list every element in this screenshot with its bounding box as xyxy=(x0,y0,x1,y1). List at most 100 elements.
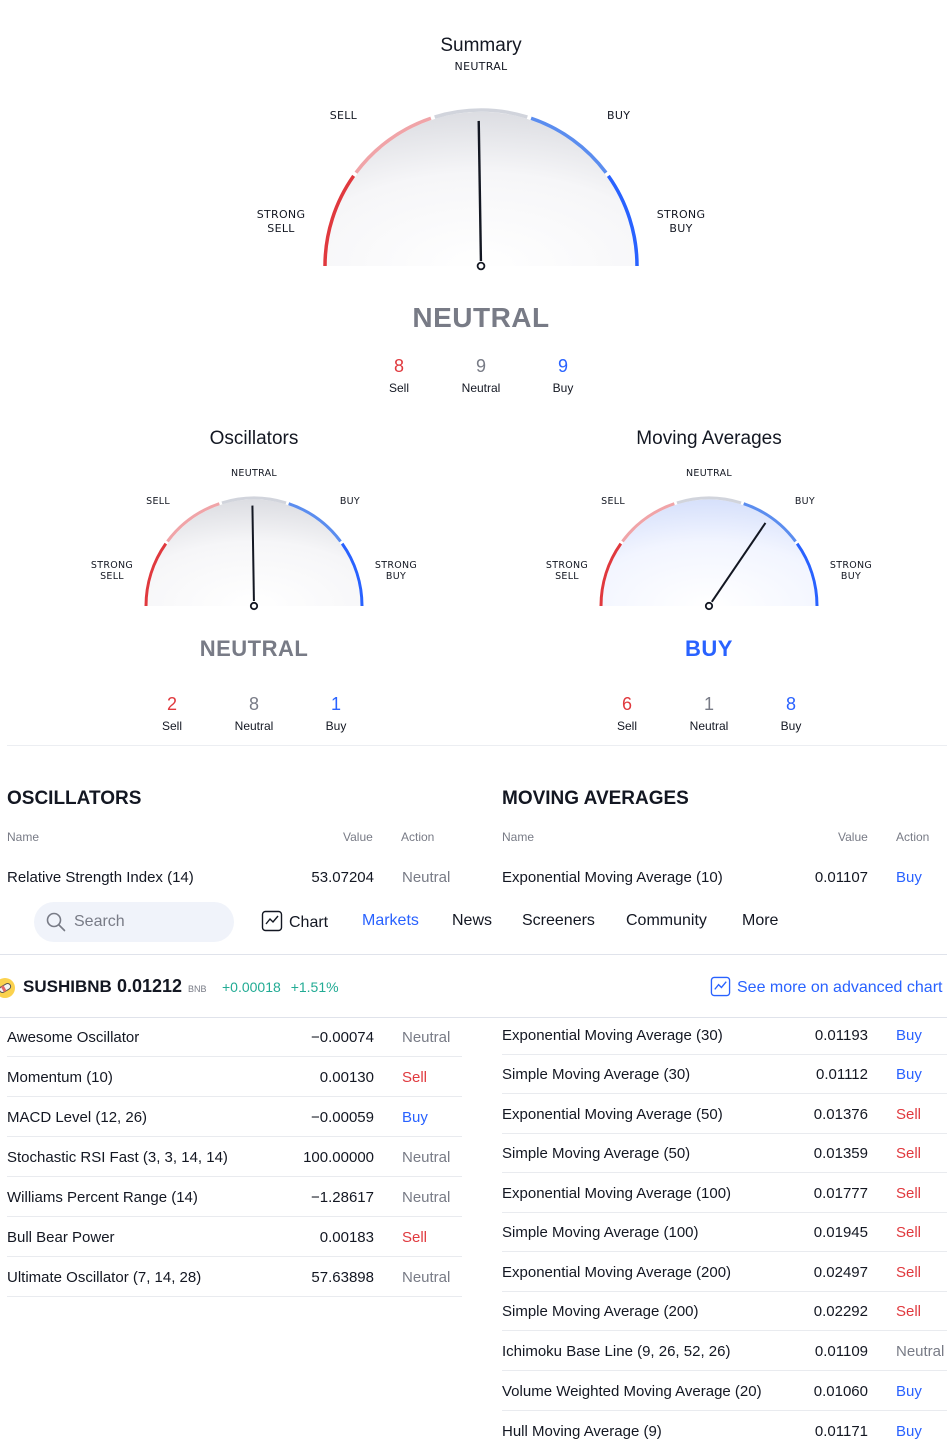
column-header-name: Name xyxy=(7,830,40,844)
gauge-label-buy: BUY xyxy=(340,496,360,507)
indicator-value: 0.01376 xyxy=(813,1106,868,1123)
indicator-action: Neutral xyxy=(402,1189,451,1206)
indicator-name[interactable]: Simple Moving Average (30) xyxy=(502,1066,690,1083)
indicator-action: Sell xyxy=(402,1229,428,1246)
oscillators-buy-count: 1 Buy xyxy=(301,694,371,733)
ma-sell-count: 6 Sell xyxy=(592,694,662,733)
indicator-value: 0.01171 xyxy=(814,1423,868,1440)
indicator-name[interactable]: Volume Weighted Moving Average (20) xyxy=(502,1383,762,1400)
search-input[interactable]: Search xyxy=(34,902,234,942)
table-row: Simple Moving Average (30) 0.01112 Buy xyxy=(502,1054,947,1094)
ticker-symbol[interactable]: SUSHIBNB xyxy=(23,977,112,997)
indicator-action: Sell xyxy=(402,1069,428,1086)
indicator-name[interactable]: Awesome Oscillator xyxy=(7,1029,139,1046)
indicator-name[interactable]: Simple Moving Average (200) xyxy=(502,1303,699,1320)
gauge-face xyxy=(602,499,816,606)
table-row: Awesome Oscillator −0.00074 Neutral xyxy=(7,1017,462,1057)
indicator-name[interactable]: Ultimate Oscillator (7, 14, 28) xyxy=(7,1269,201,1286)
gauge-label-strong-buy-line1: STRONG xyxy=(830,560,872,571)
ticker-price: 0.01212 xyxy=(117,976,183,996)
column-header-action: Action xyxy=(896,830,930,844)
column-header-name: Name xyxy=(502,830,535,844)
table-row: Bull Bear Power 0.00183 Sell xyxy=(7,1217,462,1257)
indicator-name[interactable]: Relative Strength Index (14) xyxy=(7,869,194,886)
indicator-value: 0.01359 xyxy=(813,1145,868,1162)
moving-averages-table-title: MOVING AVERAGES xyxy=(502,788,689,809)
indicator-action: Buy xyxy=(896,1027,922,1044)
indicator-value: 57.63898 xyxy=(311,1269,374,1286)
gauge-label-strong-buy-line2: BUY xyxy=(841,571,861,582)
indicator-action: Neutral xyxy=(402,1149,451,1166)
indicator-value: 0.01060 xyxy=(813,1383,868,1400)
table-row: Hull Moving Average (9) 0.01171 Buy xyxy=(502,1411,947,1443)
nav-screeners[interactable]: Screeners xyxy=(522,912,595,930)
indicator-action: Sell xyxy=(896,1145,922,1162)
indicator-name[interactable]: Ichimoku Base Line (9, 26, 52, 26) xyxy=(502,1343,730,1360)
indicator-value: 53.07204 xyxy=(311,869,374,886)
nav-chart-label: Chart xyxy=(289,914,329,931)
indicator-name[interactable]: Momentum (10) xyxy=(7,1069,113,1086)
indicator-name[interactable]: Simple Moving Average (100) xyxy=(502,1224,699,1241)
table-row: Exponential Moving Average (30) 0.01193 Bu… xyxy=(502,1015,947,1055)
oscillators-neutral-count: 8 Neutral xyxy=(219,694,289,733)
gauge-label-strong-buy-line1: STRONG xyxy=(375,560,417,571)
indicator-name[interactable]: Exponential Moving Average (200) xyxy=(502,1264,731,1281)
nav-more[interactable]: More xyxy=(742,912,778,930)
gauge-label-strong-buy-line2: BUY xyxy=(386,571,406,582)
indicator-action: Sell xyxy=(896,1264,922,1281)
indicator-action: Buy xyxy=(896,1423,922,1440)
chart-icon xyxy=(261,910,283,932)
indicator-action: Sell xyxy=(896,1185,922,1202)
indicator-name[interactable]: Simple Moving Average (50) xyxy=(502,1145,690,1162)
count-number: 8 xyxy=(785,694,796,714)
gauge-label-strong-sell-line1: STRONG xyxy=(91,560,133,571)
indicator-action: Neutral xyxy=(402,1269,451,1286)
indicator-value: −1.28617 xyxy=(311,1189,374,1206)
moving-averages-gauge-dial: NEUTRALSELL BUYSTRONGSELLSTRONGBUY xyxy=(546,468,872,611)
indicator-action: Buy xyxy=(402,1109,428,1126)
count-label: Buy xyxy=(325,719,347,733)
indicator-action: Sell xyxy=(896,1303,922,1320)
indicator-value: 0.02497 xyxy=(813,1264,868,1281)
indicator-value: −0.00059 xyxy=(311,1109,374,1126)
table-row: Volume Weighted Moving Average (20) 0.010… xyxy=(502,1371,947,1411)
table-row: Momentum (10) 0.00130 Sell xyxy=(7,1057,462,1097)
indicator-action: Neutral xyxy=(402,1029,451,1046)
gauge-label-buy: BUY xyxy=(795,496,815,507)
indicator-name[interactable]: Stochastic RSI Fast (3, 3, 14, 14) xyxy=(7,1149,228,1166)
indicator-name[interactable]: Bull Bear Power xyxy=(7,1229,115,1246)
indicator-value: 0.02292 xyxy=(813,1303,868,1320)
indicator-name[interactable]: Exponential Moving Average (30) xyxy=(502,1027,723,1044)
indicator-name[interactable]: Exponential Moving Average (10) xyxy=(502,869,723,886)
indicator-name[interactable]: Exponential Moving Average (100) xyxy=(502,1185,731,1202)
indicator-value: −0.00074 xyxy=(311,1029,374,1046)
table-row: Simple Moving Average (50) 0.01359 Sell xyxy=(502,1133,947,1173)
ticker-header: SUSHIBNB 0.01212 BNB +0.00018 +1.51% See… xyxy=(0,956,947,1018)
nav-chart[interactable]: Chart xyxy=(261,910,328,932)
indicator-value: 0.01777 xyxy=(813,1185,868,1202)
ticker-currency: BNB xyxy=(188,984,207,994)
indicator-action: Neutral xyxy=(896,1343,945,1360)
nav-markets[interactable]: Markets xyxy=(362,912,419,930)
oscillators-verdict: NEUTRAL xyxy=(199,636,309,661)
ticker-change-pct: +1.51% xyxy=(290,979,339,995)
nav-community[interactable]: Community xyxy=(626,912,707,930)
search-placeholder: Search xyxy=(74,913,125,930)
count-label: Buy xyxy=(780,719,802,733)
indicator-action: Sell xyxy=(896,1106,922,1123)
nav-news[interactable]: News xyxy=(452,912,492,930)
count-label: Neutral xyxy=(234,719,274,733)
indicator-name[interactable]: Hull Moving Average (9) xyxy=(502,1423,662,1440)
advanced-chart-label: See more on advanced chart xyxy=(737,979,943,996)
oscillators-gauge-dial: NEUTRALSELL BUYSTRONGSELLSTRONGBUY xyxy=(91,468,417,611)
indicator-name[interactable]: MACD Level (12, 26) xyxy=(7,1109,147,1126)
indicator-value: 0.00130 xyxy=(319,1069,374,1086)
ticker-change: +0.00018 +1.51% xyxy=(222,979,339,995)
indicator-name[interactable]: Exponential Moving Average (50) xyxy=(502,1106,723,1123)
advanced-chart-link[interactable]: See more on advanced chart xyxy=(710,976,942,997)
indicator-name[interactable]: Williams Percent Range (14) xyxy=(7,1189,198,1206)
oscillators-table-title: OSCILLATORS xyxy=(7,788,142,809)
gauge-label-sell: SELL xyxy=(601,496,625,507)
indicator-action: Buy xyxy=(896,869,922,886)
gauge-pivot xyxy=(704,601,714,611)
